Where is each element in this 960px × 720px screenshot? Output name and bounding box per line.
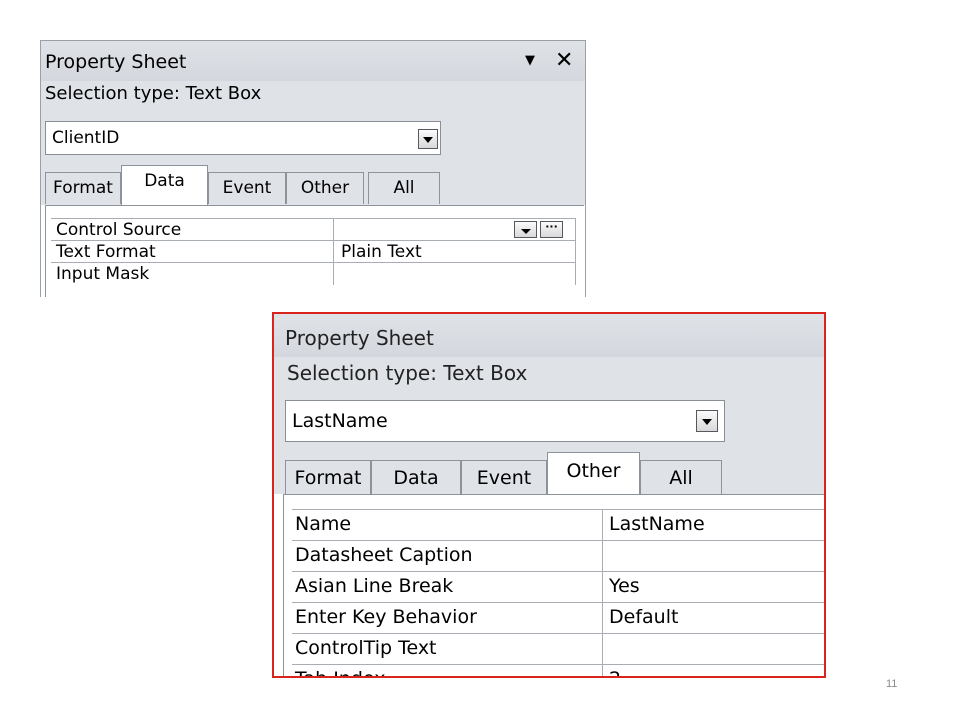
tab-data[interactable]: Data	[371, 460, 461, 494]
tab-all[interactable]: All	[368, 172, 440, 204]
property-name: Tab Index	[295, 668, 386, 676]
column-divider	[602, 541, 603, 572]
property-row-tab-index[interactable]: Tab Index 2	[292, 664, 824, 676]
property-row-text-format[interactable]: Text Format Plain Text	[51, 240, 576, 263]
property-value[interactable]: Yes	[609, 575, 640, 597]
property-name: Asian Line Break	[295, 575, 454, 597]
property-name: Enter Key Behavior	[295, 606, 477, 628]
tab-other[interactable]: Other	[547, 452, 640, 495]
property-sheet-panel-other: Property Sheet Selection type: Text Box …	[272, 312, 826, 678]
column-divider	[602, 572, 603, 603]
property-sheet-title: Property Sheet	[285, 326, 434, 350]
selection-combobox[interactable]: LastName	[285, 400, 725, 442]
property-tabs: Format Data Event Other All	[41, 161, 585, 206]
column-divider	[602, 603, 603, 634]
selection-type-label: Selection type: Text Box	[45, 83, 262, 104]
builder-ellipsis-icon[interactable]: ···	[540, 221, 563, 238]
property-row-controltip-text[interactable]: ControlTip Text	[292, 633, 824, 665]
property-sheet-title: Property Sheet	[45, 51, 187, 73]
selection-area: Selection type: Text Box LastName	[274, 357, 824, 452]
row-edge	[575, 263, 576, 285]
property-name: Input Mask	[56, 264, 150, 284]
property-row-asian-line-break[interactable]: Asian Line Break Yes	[292, 571, 824, 603]
chevron-down-icon[interactable]	[418, 129, 438, 149]
chevron-down-icon[interactable]	[514, 221, 537, 238]
selection-type-label: Selection type: Text Box	[287, 361, 528, 385]
property-name: ControlTip Text	[295, 637, 437, 659]
property-value[interactable]: LastName	[609, 513, 705, 535]
property-value[interactable]: 2	[609, 668, 621, 676]
property-sheet-titlebar: Property Sheet	[274, 314, 824, 357]
tab-event[interactable]: Event	[461, 460, 547, 494]
tab-all[interactable]: All	[640, 460, 722, 494]
property-row-name[interactable]: Name LastName	[292, 509, 824, 541]
selection-combobox-value: LastName	[292, 410, 388, 432]
property-grid: Name LastName Datasheet Caption Asian Li…	[283, 494, 824, 676]
tab-other[interactable]: Other	[286, 172, 364, 204]
row-edge	[575, 241, 576, 263]
property-row-input-mask[interactable]: Input Mask	[51, 262, 576, 285]
tab-format[interactable]: Format	[285, 460, 371, 494]
property-row-enter-key-behavior[interactable]: Enter Key Behavior Default	[292, 602, 824, 634]
selection-combobox[interactable]: ClientID	[45, 121, 441, 155]
page-number: 11	[886, 678, 898, 690]
chevron-down-icon[interactable]	[696, 410, 718, 432]
property-row-datasheet-caption[interactable]: Datasheet Caption	[292, 540, 824, 572]
property-sheet-titlebar: Property Sheet ▼ ✕	[41, 41, 585, 81]
property-name: Control Source	[56, 220, 182, 240]
property-value[interactable]: Plain Text	[341, 242, 422, 262]
property-sheet-panel-data: Property Sheet ▼ ✕ Selection type: Text …	[40, 40, 586, 297]
property-name: Datasheet Caption	[295, 544, 473, 566]
row-edge	[575, 219, 576, 241]
selection-area: Selection type: Text Box ClientID	[41, 81, 585, 161]
column-divider	[602, 510, 603, 541]
column-divider	[602, 634, 603, 665]
property-value[interactable]: Default	[609, 606, 678, 628]
property-name: Text Format	[56, 242, 156, 262]
tab-format[interactable]: Format	[45, 172, 121, 204]
tab-data[interactable]: Data	[121, 165, 208, 206]
property-grid: Control Source ··· Text Format Plain Tex…	[45, 205, 584, 297]
panel-menu-arrow-icon[interactable]: ▼	[525, 53, 535, 68]
column-divider	[602, 665, 603, 676]
property-name: Name	[295, 513, 352, 535]
column-divider	[333, 241, 334, 263]
selection-combobox-value: ClientID	[52, 128, 120, 148]
property-tabs: Format Data Event Other All	[274, 452, 824, 495]
column-divider	[333, 219, 334, 241]
property-row-control-source[interactable]: Control Source ···	[51, 218, 576, 241]
tab-event[interactable]: Event	[208, 172, 286, 204]
column-divider	[333, 263, 334, 285]
close-icon[interactable]: ✕	[555, 48, 573, 73]
